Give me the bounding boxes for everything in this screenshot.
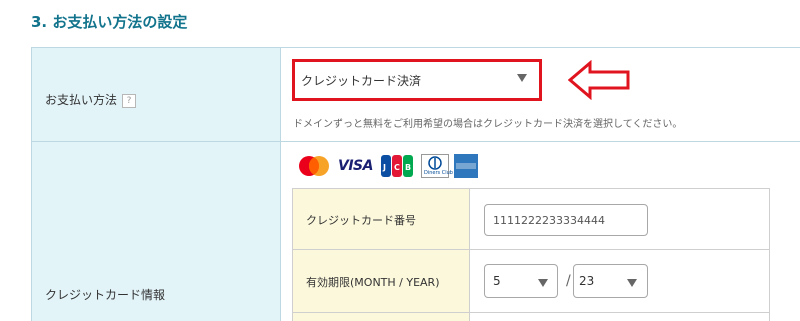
payment-method-label-cell: お支払い方法? [32,48,281,141]
diners-club-logo-mark [428,156,442,170]
arrow-left-icon [568,60,630,100]
highlight-box [292,59,542,101]
svg-text:B: B [405,163,411,172]
svg-text:C: C [394,163,400,172]
expiry-year-select[interactable]: 23 [573,264,648,298]
amex-icon [454,154,478,178]
payment-note: ドメインずっと無料をご利用希望の場合はクレジットカード決済を選択してください。 [293,119,683,130]
card-number-input[interactable]: 1111222233334444 [484,204,648,236]
expiry-label: 有効期限(MONTH / YEAR) [306,276,440,289]
expiry-separator: / [566,273,571,289]
help-icon[interactable]: ? [122,94,137,108]
chevron-down-icon [538,279,548,287]
payment-method-label: お支払い方法 [45,93,118,107]
expiry-label-cell: 有効期限(MONTH / YEAR) [293,250,470,312]
credit-card-label-cell: クレジットカード情報 [32,142,281,321]
expiry-year-value: 23 [579,274,595,288]
diners-club-text: Diners Club [424,170,453,176]
card-number-value: 1111222233334444 [493,214,605,227]
svg-text:J: J [382,163,386,172]
expiry-month-select[interactable]: 5 [484,264,558,298]
chevron-down-icon [627,279,637,287]
section-title: 3. お支払い方法の設定 [31,13,188,31]
jcb-icon: J C B [381,155,413,177]
card-number-label-cell: クレジットカード番号 [293,189,470,249]
credit-card-label: クレジットカード情報 [45,288,166,302]
payment-method-label-wrap: お支払い方法? [45,91,137,108]
expiry-month-value: 5 [493,274,501,288]
diners-club-icon: Diners Club [421,154,453,178]
mastercard-icon [299,156,329,176]
visa-icon: VISA [338,158,373,174]
next-row [293,313,769,321]
next-row-label-cell [293,313,470,321]
card-number-label: クレジットカード番号 [306,214,416,227]
